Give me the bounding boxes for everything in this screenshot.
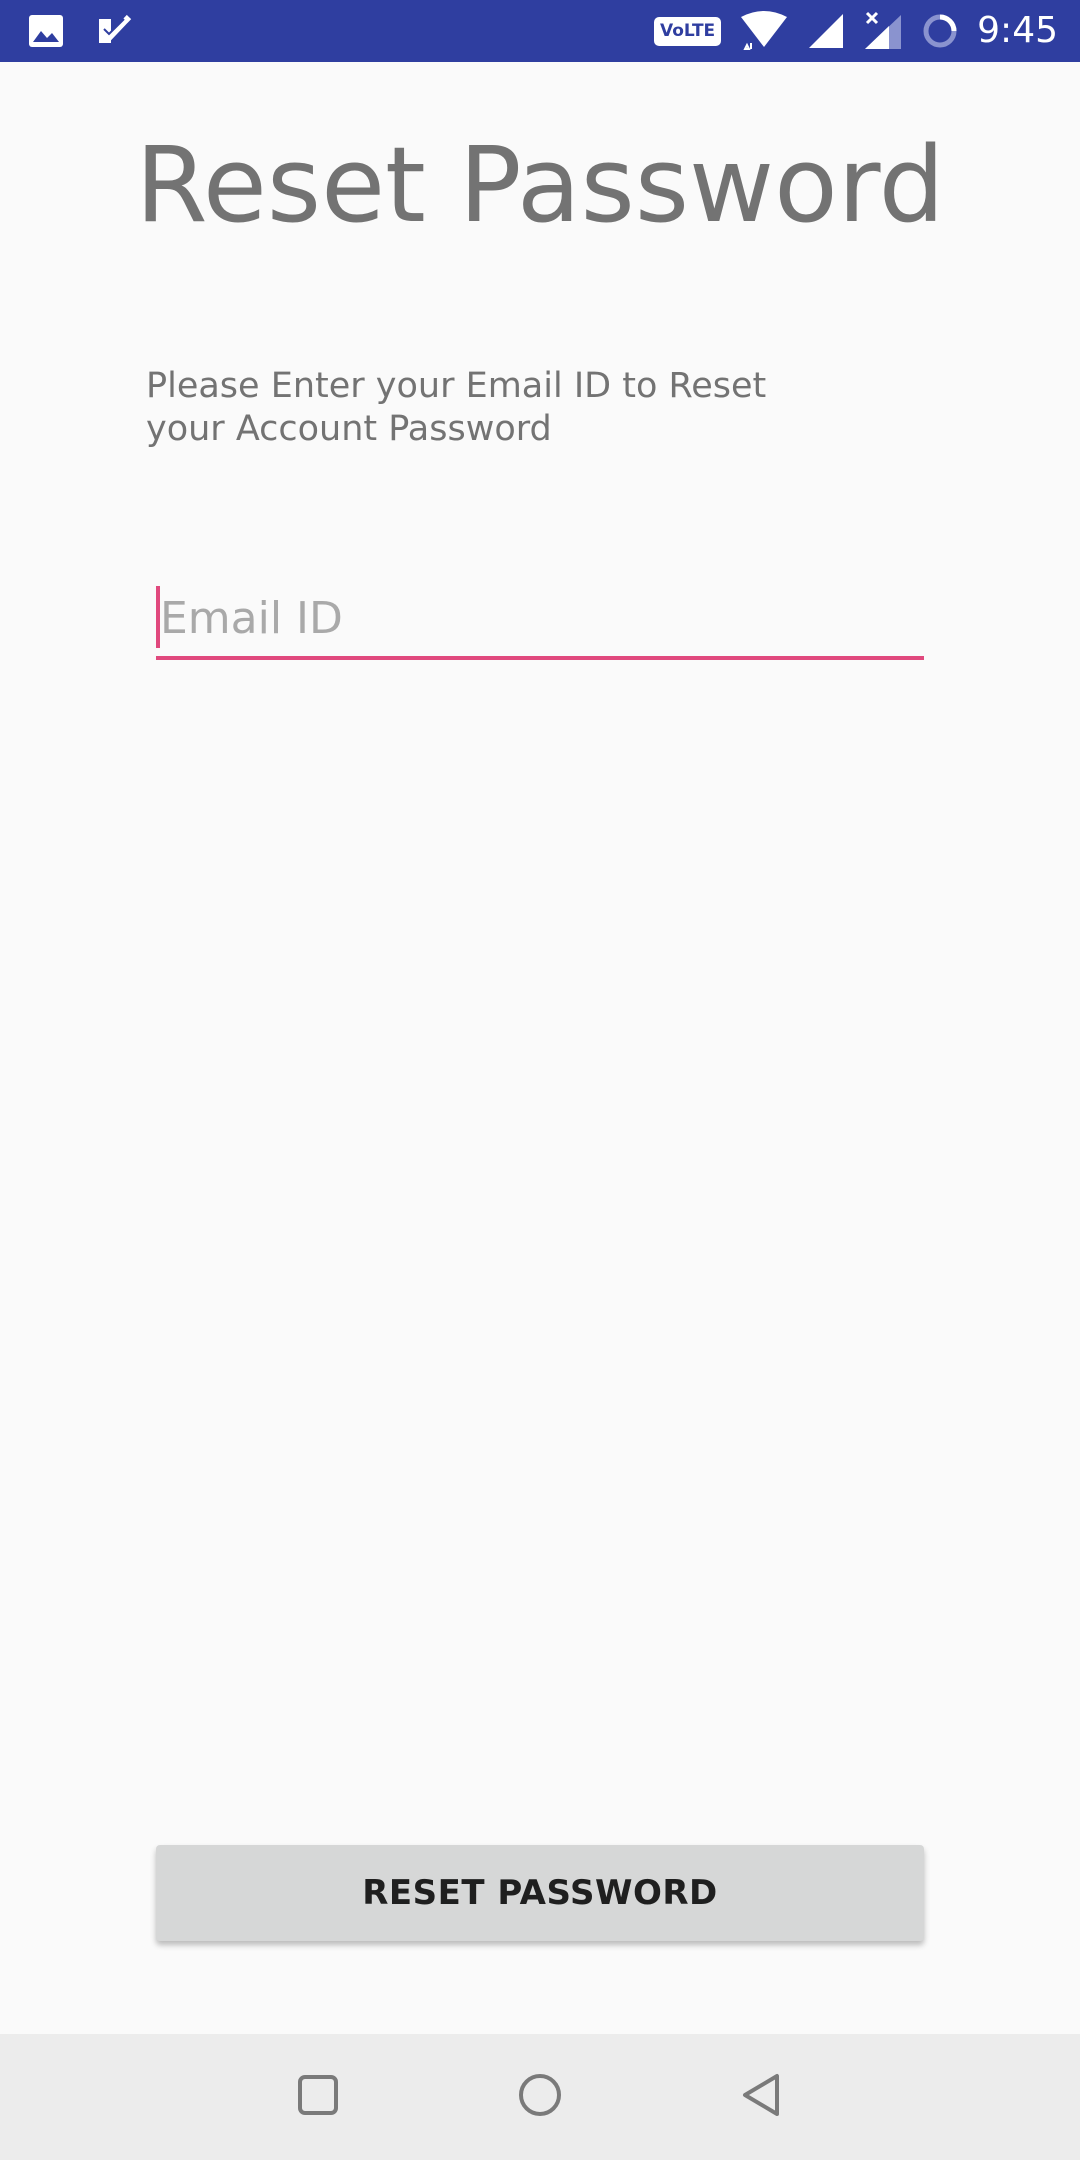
instructions-text: Please Enter your Email ID to Reset your… [146,366,767,449]
back-icon [739,2072,785,2123]
recents-icon [296,2073,340,2122]
signal-no-data-icon [863,11,903,51]
email-input-underline [156,656,924,660]
text-cursor [156,586,160,648]
recents-button[interactable] [258,2034,378,2160]
back-button[interactable] [702,2034,822,2160]
clock: 9:45 [977,10,1058,51]
home-icon [517,2072,563,2123]
email-field-container[interactable] [156,580,924,662]
wifi-icon [739,11,789,51]
home-button[interactable] [480,2034,600,2160]
navigation-bar [0,2034,1080,2160]
sync-icon [921,12,959,50]
gallery-icon [28,14,64,48]
page-title: Reset Password [135,124,945,246]
check-notification-icon [96,13,132,49]
email-input[interactable] [156,580,924,656]
status-bar: VoLTE 9:45 [0,0,1080,62]
reset-password-button[interactable]: RESET PASSWORD [156,1845,924,1941]
volte-badge: VoLTE [654,16,722,46]
signal-icon [807,12,845,50]
